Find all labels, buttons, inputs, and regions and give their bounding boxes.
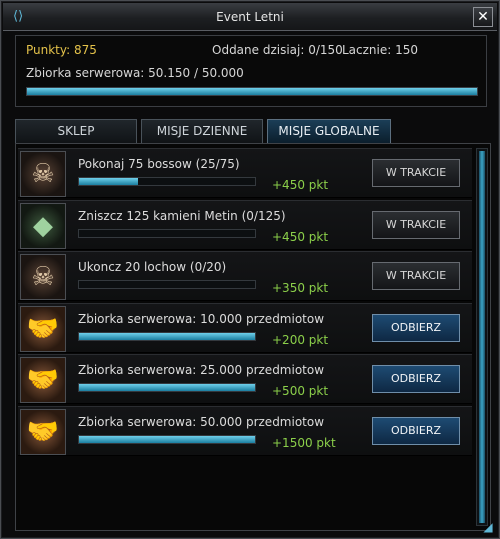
- total-label: Lacznie: 150: [342, 43, 419, 57]
- mission-row: 🤝 Zbiorka serwerowa: 10.000 przedmiotow +2…: [18, 302, 472, 353]
- mission-row: ◆ Zniszcz 125 kamieni Metin (0/125) +450 p…: [18, 199, 472, 250]
- daily-submitted-label: Oddane dzisiaj: 0/150: [212, 43, 343, 57]
- mission-reward: +450 pkt: [272, 229, 329, 244]
- mission-title: Zniszcz 125 kamieni Metin (0/125): [78, 208, 286, 223]
- mission-reward: +1500 pkt: [272, 435, 336, 450]
- skull-icon: ☠: [20, 151, 66, 197]
- mission-progress-bar: [78, 228, 256, 238]
- mission-progress-bar: [78, 434, 256, 444]
- mission-title: Pokonaj 75 bossow (25/75): [78, 157, 240, 171]
- mission-progress-fill: [79, 435, 255, 443]
- in-progress-button[interactable]: W TRAKCIE: [372, 210, 460, 239]
- in-progress-button[interactable]: W TRAKCIE: [372, 159, 460, 187]
- mission-row: 🤝 Zbiorka serwerowa: 25.000 przedmiotow +5…: [18, 354, 472, 404]
- mission-list: ☠ Pokonaj 75 bossow (25/75) +450 pkt W TRAK…: [15, 143, 491, 531]
- claim-button[interactable]: ODBIERZ: [372, 416, 460, 445]
- mission-row: ☠ Pokonaj 75 bossow (25/75) +450 pkt W TRAK…: [18, 148, 472, 198]
- mission-progress-bar: [78, 383, 256, 392]
- mission-progress-fill: [79, 178, 138, 185]
- window-title: Event Letni: [216, 10, 284, 24]
- mission-progress-fill: [79, 384, 255, 391]
- mission-reward: +450 pkt: [272, 178, 329, 192]
- resize-grip-icon[interactable]: ◢: [481, 520, 495, 534]
- mission-row: 🤝 Zbiorka serwerowa: 50.000 przedmiotow +1…: [18, 405, 472, 456]
- mission-title: Zbiorka serwerowa: 25.000 przedmiotow: [78, 363, 325, 377]
- handshake-icon: 🤝: [20, 305, 66, 352]
- mission-title: Ukoncz 20 lochow (0/20): [78, 260, 227, 274]
- mission-title: Zbiorka serwerowa: 50.000 przedmiotow: [78, 414, 325, 429]
- server-collection-label: Zbiorka serwerowa: 50.150 / 50.000: [26, 66, 244, 80]
- claim-button[interactable]: ODBIERZ: [372, 313, 460, 342]
- close-button[interactable]: ✕: [473, 7, 493, 27]
- mission-progress-fill: [79, 332, 255, 340]
- mission-progress-bar: [78, 177, 256, 186]
- mission-reward: +500 pkt: [272, 384, 329, 398]
- event-window: ⟨⟩ Event Letni ✕ Punkty: 875 Oddane dzis…: [0, 0, 500, 539]
- in-progress-button[interactable]: W TRAKCIE: [372, 262, 460, 290]
- tab-global-missions[interactable]: MISJE GLOBALNE: [267, 119, 391, 143]
- scrollbar[interactable]: [476, 148, 488, 526]
- server-progress-fill: [27, 88, 477, 95]
- handshake-icon: 🤝: [20, 408, 66, 455]
- mission-title: Zbiorka serwerowa: 10.000 przedmiotow: [78, 311, 325, 326]
- scrollbar-thumb[interactable]: [479, 151, 485, 523]
- handshake-icon: 🤝: [20, 357, 66, 403]
- claim-button[interactable]: ODBIERZ: [372, 365, 460, 393]
- tab-daily-missions[interactable]: MISJE DZIENNE: [141, 119, 263, 143]
- mission-reward: +350 pkt: [272, 281, 329, 295]
- mission-progress-bar: [78, 331, 256, 341]
- skull-icon: ☠: [20, 254, 66, 300]
- points-label: Punkty: 875: [26, 43, 97, 57]
- mission-row: ☠ Ukoncz 20 lochow (0/20) +350 pkt W TRAKCI…: [18, 251, 472, 301]
- title-bar[interactable]: ⟨⟩ Event Letni ✕: [3, 3, 497, 31]
- tab-shop[interactable]: SKLEP: [15, 119, 137, 143]
- mission-progress-bar: [78, 280, 256, 289]
- server-progress-bar: [26, 87, 478, 96]
- metin-stone-icon: ◆: [20, 202, 66, 249]
- info-panel: Punkty: 875 Oddane dzisiaj: 0/150 Laczni…: [15, 35, 487, 107]
- mission-reward: +200 pkt: [272, 332, 329, 347]
